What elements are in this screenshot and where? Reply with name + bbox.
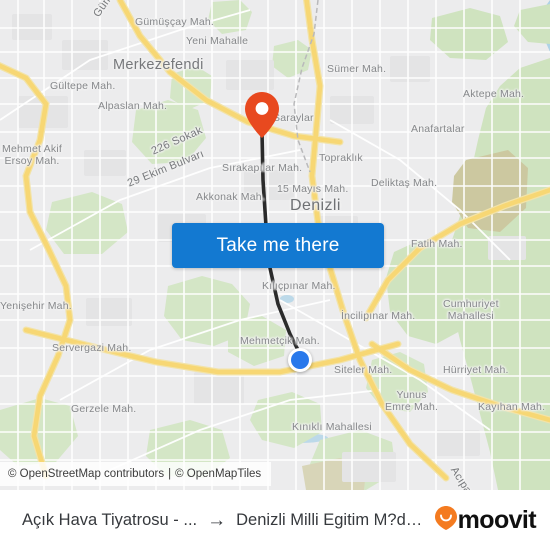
map-attribution: © OpenStreetMap contributors | © OpenMap…: [0, 462, 272, 486]
trip-bottom-bar: Açık Hava Tiyatrosu - ... → Denizli Mill…: [0, 490, 550, 550]
moovit-logo[interactable]: moovit: [434, 505, 537, 535]
destination-dot-icon: [288, 348, 312, 372]
moovit-wordmark: moovit: [457, 505, 537, 534]
trip-destination-label: Denizli Milli Egitim M?d?rl...: [236, 510, 427, 529]
arrow-right-icon: →: [207, 509, 227, 531]
moovit-pin-smile-icon: [434, 505, 457, 535]
osm-attribution-link[interactable]: © OpenStreetMap contributors: [8, 468, 164, 480]
map-canvas[interactable]: Denizli Merkezefendi Gümüşçay Mah. Yeni Mah…: [0, 0, 550, 490]
moovit-map-screen: Denizli Merkezefendi Gümüşçay Mah. Yeni Mah…: [0, 0, 550, 550]
trip-summary[interactable]: Açık Hava Tiyatrosu - ... → Denizli Mill…: [22, 511, 429, 530]
openmaptiles-attribution-link[interactable]: © OpenMapTiles: [175, 468, 261, 480]
trip-origin-label: Açık Hava Tiyatrosu - ...: [22, 510, 198, 529]
attribution-separator: |: [168, 468, 172, 480]
take-me-there-button[interactable]: Take me there: [172, 223, 384, 268]
